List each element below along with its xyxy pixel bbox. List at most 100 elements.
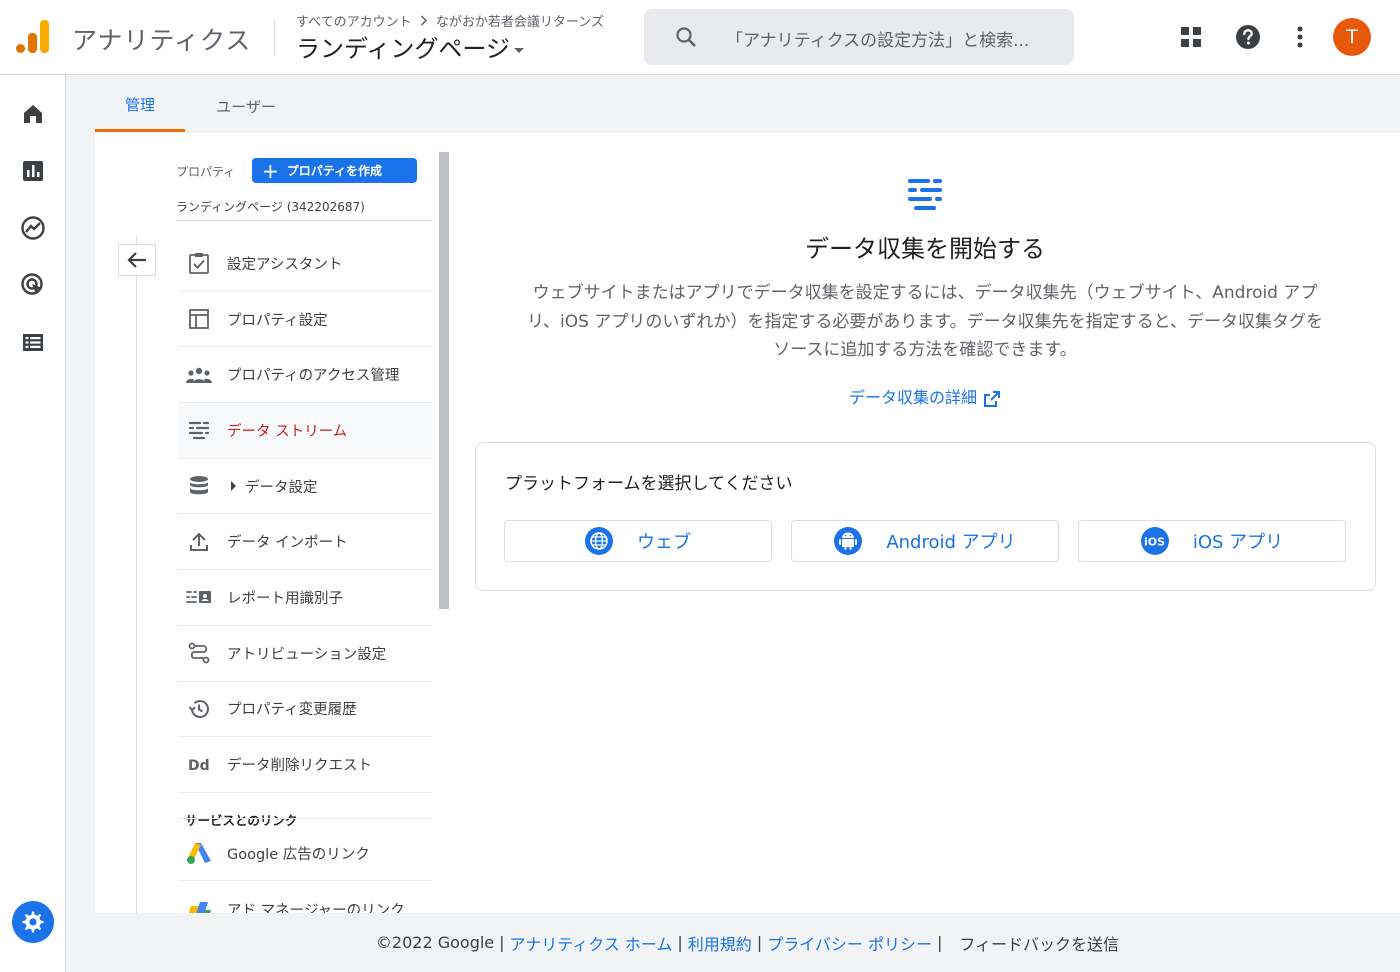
menu-item-label: プロパティ設定	[227, 312, 328, 329]
link-item-ad-manager[interactable]: アド マネージャーのリンク	[178, 882, 432, 913]
search-box[interactable]: 「アナリティクスの設定方法」と検索...	[644, 9, 1074, 65]
menu-item-data-import[interactable]: データ インポート	[178, 514, 432, 571]
menu-item-data-settings[interactable]: データ設定	[178, 459, 432, 515]
web-platform-label: ウェブ	[637, 532, 691, 553]
advertising-icon[interactable]	[20, 272, 46, 298]
property-selector[interactable]: ランディングページ	[296, 29, 524, 64]
android-icon	[834, 527, 863, 555]
footer-link-analytics-home[interactable]: アナリティクス ホーム	[510, 931, 673, 955]
help-icon[interactable]	[1235, 24, 1261, 50]
ios-platform-label: iOS アプリ	[1192, 532, 1284, 553]
chevron-right-icon	[420, 15, 428, 30]
left-nav-rail	[0, 75, 66, 972]
data-stream-icon	[186, 417, 212, 443]
main-description: ウェブサイトまたはアプリでデータ収集を設定するには、データ収集先（ウェブサイト、…	[527, 283, 1323, 360]
layout-icon	[186, 306, 212, 332]
menu-item-label: 設定アシスタント	[227, 256, 343, 273]
footer-link-privacy[interactable]: プライバシー ポリシー	[767, 931, 932, 955]
property-selector-label: ランディングページ	[296, 35, 510, 63]
ad-manager-icon	[186, 897, 212, 913]
create-property-label: プロパティを作成	[286, 164, 383, 178]
globe-icon	[585, 527, 613, 555]
feedback-link[interactable]: フィードバックを送信	[959, 931, 1119, 955]
menu-item-attribution-settings[interactable]: アトリビューション設定	[178, 626, 432, 682]
tab-admin[interactable]: 管理	[95, 80, 185, 132]
more-vert-icon[interactable]	[1287, 24, 1313, 50]
menu-item-label: レポート用識別子	[227, 590, 343, 607]
data-stream-large-icon	[906, 177, 944, 219]
plus-icon: +	[262, 158, 279, 183]
breadcrumb[interactable]: すべてのアカウント ながおか若者会議リターンズ	[296, 11, 604, 30]
menu-item-reporting-identity[interactable]: レポート用識別子	[178, 570, 432, 626]
breadcrumb-account[interactable]: すべてのアカウント	[296, 15, 412, 30]
explore-icon[interactable]	[20, 215, 46, 241]
linking-section-divider	[178, 818, 432, 819]
search-placeholder: 「アナリティクスの設定方法」と検索...	[726, 31, 1030, 51]
top-bar: アナリティクス すべてのアカウント ながおか若者会議リターンズ ランディングペー…	[0, 0, 1400, 75]
footer-separator: |	[499, 933, 505, 952]
reports-icon[interactable]	[20, 158, 46, 184]
footer: ©2022 Google | アナリティクス ホーム | 利用規約 | プライバ…	[95, 913, 1400, 972]
footer-separator: |	[936, 933, 943, 952]
google-ads-icon	[186, 840, 212, 866]
svg-text:Dd: Dd	[188, 758, 210, 773]
admin-gear-icon[interactable]	[12, 901, 54, 943]
svg-text:iOS: iOS	[1144, 536, 1165, 549]
menu-item-data-streams[interactable]: データ ストリーム	[178, 403, 432, 459]
analytics-logo-icon[interactable]	[16, 19, 50, 53]
property-name[interactable]: ランディングページ (342202687)	[176, 198, 365, 215]
property-column-scrollbar[interactable]	[439, 152, 449, 609]
tab-user[interactable]: ユーザー	[199, 80, 293, 132]
learn-more-label: データ収集の詳細	[848, 388, 977, 407]
dropdown-caret-icon	[513, 47, 524, 53]
menu-item-label: プロパティのアクセス管理	[227, 368, 400, 385]
ios-icon: iOS	[1140, 527, 1169, 555]
copyright: ©2022 Google	[375, 933, 495, 952]
breadcrumb-property[interactable]: ながおか若者会議リターンズ	[436, 15, 604, 30]
history-icon	[186, 696, 212, 722]
menu-item-label: データ ストリーム	[227, 423, 348, 440]
column-divider	[136, 236, 137, 913]
menu-item-property-settings[interactable]: プロパティ設定	[178, 292, 432, 348]
home-icon[interactable]	[20, 101, 46, 127]
search-icon	[674, 25, 698, 53]
identity-icon	[186, 584, 212, 610]
route-icon	[186, 640, 212, 666]
link-item-label: アド マネージャーのリンク	[227, 903, 405, 913]
property-column-label: プロパティ	[176, 165, 236, 179]
open-in-new-icon	[984, 390, 1000, 407]
footer-separator: |	[677, 933, 683, 952]
platform-title: プラットフォームを選択してください	[505, 474, 793, 494]
learn-more-link[interactable]: データ収集の詳細	[475, 384, 1375, 408]
apps-grid-icon[interactable]	[1178, 24, 1204, 50]
menu-item-change-history[interactable]: プロパティ変更履歴	[178, 682, 432, 738]
footer-separator: |	[756, 933, 763, 952]
property-underline	[176, 220, 432, 221]
android-platform-label: Android アプリ	[886, 532, 1016, 553]
menu-item-access-management[interactable]: プロパティのアクセス管理	[178, 347, 432, 404]
link-item-label: Google 広告のリンク	[227, 846, 370, 863]
menu-item-label: プロパティ変更履歴	[227, 702, 357, 719]
menu-item-label: アトリビューション設定	[227, 646, 387, 663]
main-title: データ収集を開始する	[805, 235, 1045, 263]
menu-item-setup-assistant[interactable]: 設定アシスタント	[178, 236, 432, 292]
property-menu: 設定アシスタント プロパティ設定 プロパティのアクセス管理 データ ストリーム	[178, 236, 432, 793]
platform-card: プラットフォームを選択してください ウェブ Android アプリ iOS iO…	[475, 442, 1376, 591]
database-icon	[186, 473, 212, 499]
back-arrow-icon[interactable]	[118, 244, 156, 276]
link-item-google-ads[interactable]: Google 広告のリンク	[178, 826, 432, 881]
expand-triangle-icon[interactable]	[231, 481, 236, 492]
web-platform-button[interactable]: ウェブ	[504, 520, 772, 562]
footer-link-terms[interactable]: 利用規約	[688, 931, 752, 955]
menu-item-data-deletion[interactable]: Dd データ削除リクエスト	[178, 737, 432, 793]
create-property-button[interactable]: + プロパティを作成	[252, 158, 417, 183]
people-icon	[186, 362, 212, 388]
ios-platform-button[interactable]: iOS iOS アプリ	[1078, 520, 1346, 562]
header-divider	[274, 20, 275, 56]
account-avatar[interactable]: T	[1333, 18, 1371, 56]
admin-panel: プロパティ + プロパティを作成 ランディングページ (342202687) 設…	[95, 133, 1400, 913]
menu-item-label: データ インポート	[227, 535, 348, 552]
app-title: アナリティクス	[72, 26, 252, 55]
android-platform-button[interactable]: Android アプリ	[791, 520, 1059, 562]
configure-list-icon[interactable]	[20, 329, 46, 355]
